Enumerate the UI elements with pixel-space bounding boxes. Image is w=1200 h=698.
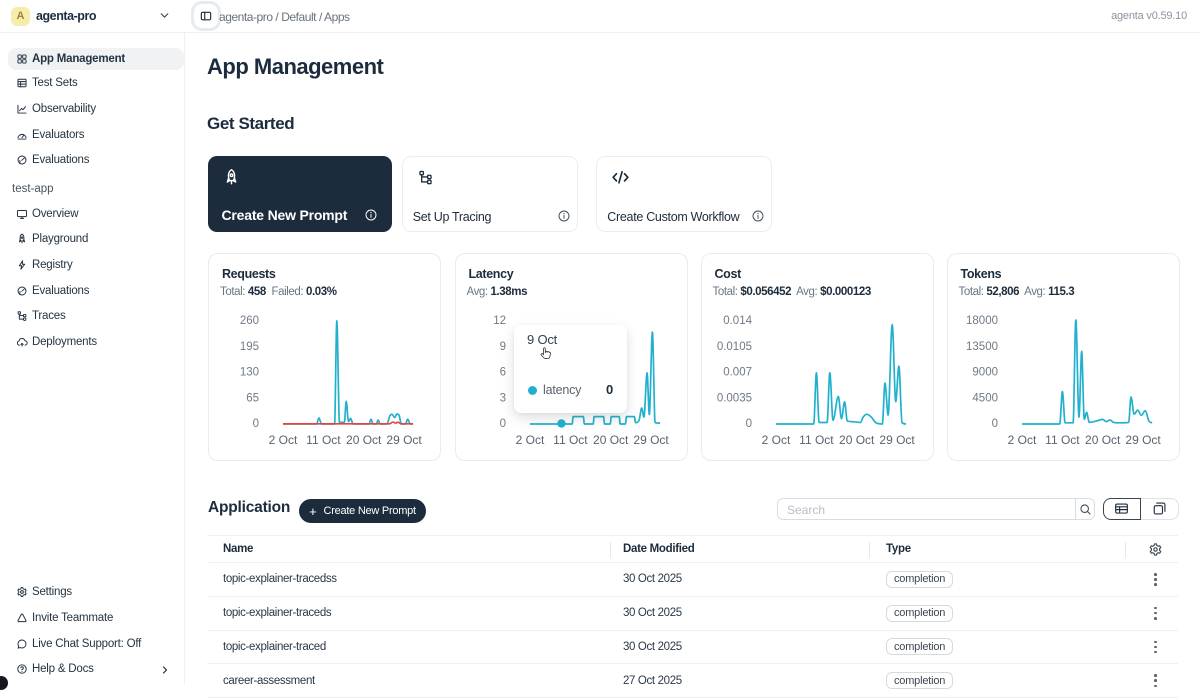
svg-text:0.0035: 0.0035 [716,392,751,404]
svg-text:0: 0 [745,418,751,430]
svg-text:9000: 9000 [972,366,998,378]
svg-text:20 Oct: 20 Oct [839,433,875,447]
svg-text:6: 6 [499,366,505,378]
svg-text:29 Oct: 29 Oct [633,433,669,447]
svg-text:0.007: 0.007 [723,366,752,378]
svg-text:20 Oct: 20 Oct [1085,433,1121,447]
svg-text:29 Oct: 29 Oct [1125,433,1161,447]
svg-text:11 Oct: 11 Oct [799,433,834,447]
svg-text:2 Oct: 2 Oct [515,433,544,447]
svg-text:12: 12 [493,315,506,327]
svg-text:0: 0 [991,418,997,430]
svg-text:20 Oct: 20 Oct [346,433,382,447]
svg-text:0: 0 [499,418,505,430]
svg-text:29 Oct: 29 Oct [879,433,915,447]
svg-text:0: 0 [253,418,259,430]
svg-text:18000: 18000 [966,315,998,327]
svg-text:260: 260 [240,315,259,327]
svg-text:29 Oct: 29 Oct [386,433,422,447]
svg-text:2 Oct: 2 Oct [1007,433,1036,447]
svg-text:0.014: 0.014 [723,315,752,327]
svg-text:2 Oct: 2 Oct [761,433,790,447]
svg-text:4500: 4500 [972,392,998,404]
svg-text:195: 195 [240,340,259,352]
svg-text:11 Oct: 11 Oct [1045,433,1080,447]
svg-text:65: 65 [246,392,259,404]
svg-text:11 Oct: 11 Oct [306,433,341,447]
svg-text:3: 3 [499,392,505,404]
svg-text:0.0105: 0.0105 [716,340,751,352]
svg-text:130: 130 [240,366,259,378]
svg-text:11 Oct: 11 Oct [553,433,588,447]
svg-text:9: 9 [499,340,505,352]
svg-text:2 Oct: 2 Oct [269,433,298,447]
svg-text:20 Oct: 20 Oct [593,433,629,447]
svg-text:13500: 13500 [966,340,998,352]
